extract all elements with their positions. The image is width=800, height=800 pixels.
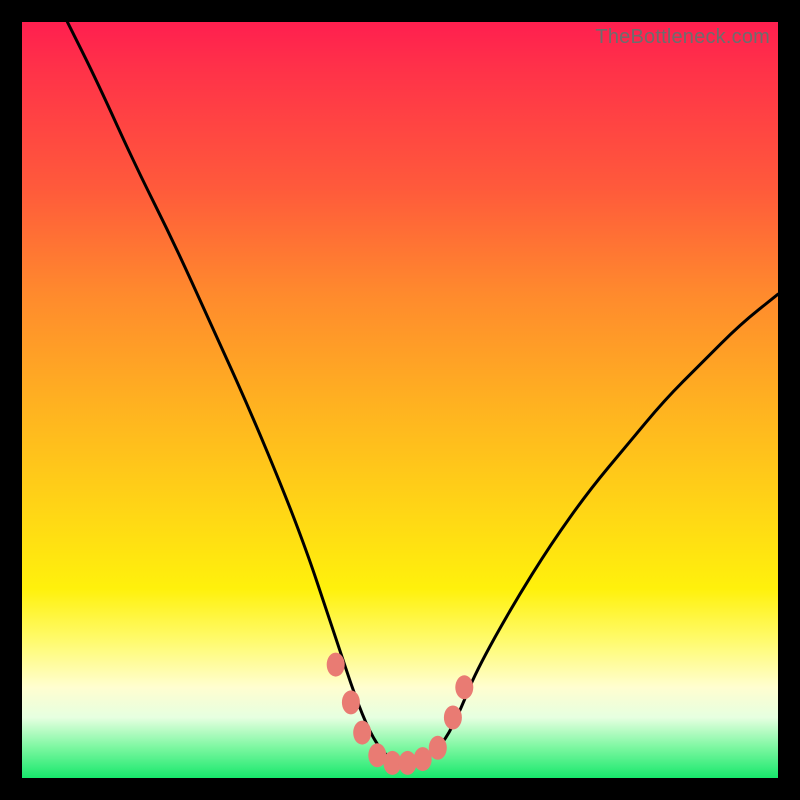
highlight-dot	[444, 706, 462, 730]
chart-frame: TheBottleneck.com	[0, 0, 800, 800]
highlight-dot	[429, 736, 447, 760]
watermark-text: TheBottleneck.com	[595, 26, 770, 49]
highlight-dot	[353, 721, 371, 745]
highlight-dot	[414, 747, 432, 771]
curve-layer	[22, 22, 778, 778]
highlight-dot	[455, 675, 473, 699]
highlight-dots	[327, 653, 474, 775]
highlight-dot	[342, 690, 360, 714]
highlight-dot	[327, 653, 345, 677]
plot-area: TheBottleneck.com	[22, 22, 778, 778]
highlight-dot	[399, 751, 417, 775]
bottleneck-curve	[67, 22, 778, 763]
